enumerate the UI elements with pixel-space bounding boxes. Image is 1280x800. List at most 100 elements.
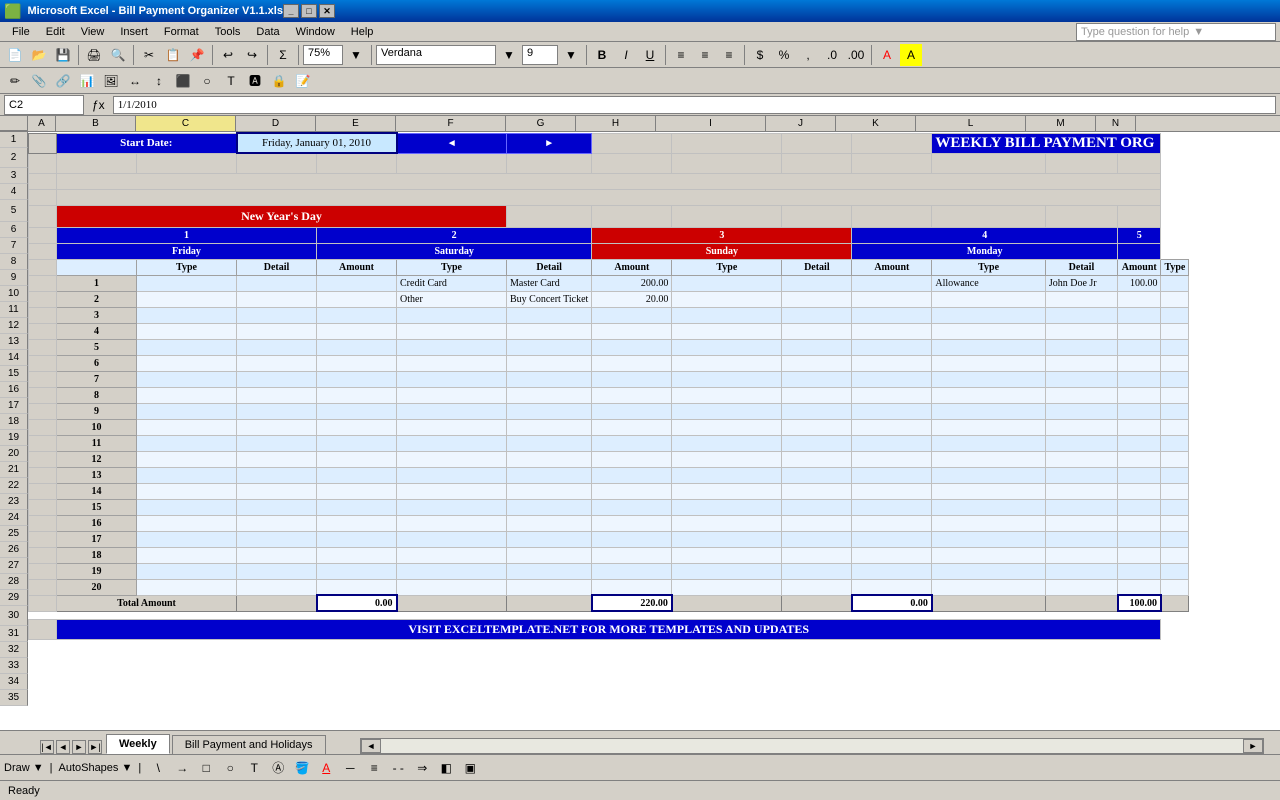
align-left-button[interactable]: ≡ — [670, 44, 692, 66]
tb2-btn11[interactable]: 🅰 — [244, 70, 266, 92]
total-amount-2[interactable]: 220.00 — [592, 595, 672, 611]
cell-detail-2-1[interactable]: Master Card — [507, 275, 592, 291]
cell-type-5-2[interactable] — [1161, 291, 1189, 307]
font-color-button[interactable]: A — [876, 44, 898, 66]
menu-item-format[interactable]: Format — [156, 24, 207, 40]
cell-a9[interactable] — [29, 275, 57, 291]
h-scrollbar[interactable]: ◄ ► — [360, 738, 1264, 754]
new-button[interactable]: 📄 — [4, 44, 26, 66]
cell-m5[interactable] — [1045, 205, 1117, 227]
help-search-box[interactable]: Type question for help ▼ — [1076, 23, 1276, 41]
cell-a-total[interactable] — [29, 595, 57, 611]
total-amount-3[interactable]: 0.00 — [852, 595, 932, 611]
cell-nav-prev[interactable]: ◄ — [397, 133, 507, 153]
cell-i5[interactable] — [672, 205, 782, 227]
total-h[interactable] — [672, 595, 782, 611]
draw-arrow-style-btn[interactable]: ⇒ — [411, 757, 433, 779]
tb2-btn12[interactable]: 🔒 — [268, 70, 290, 92]
copy-button[interactable]: 📋 — [162, 44, 184, 66]
cell-a2[interactable] — [29, 153, 57, 173]
cell-nav-next[interactable]: ► — [507, 133, 592, 153]
cell-j1[interactable] — [782, 133, 852, 153]
cell-detail-1-2[interactable] — [237, 291, 317, 307]
align-right-button[interactable]: ≡ — [718, 44, 740, 66]
cell-type-1-1[interactable] — [137, 275, 237, 291]
total-k[interactable] — [932, 595, 1046, 611]
cell-l2[interactable] — [932, 153, 1046, 173]
tb2-btn13[interactable]: 📝 — [292, 70, 314, 92]
cell-type-4-2[interactable] — [932, 291, 1046, 307]
font-dropdown[interactable]: ▼ — [498, 44, 520, 66]
cell-e2[interactable] — [317, 153, 397, 173]
col-header-c[interactable]: C — [136, 116, 236, 131]
cell-k5[interactable] — [852, 205, 932, 227]
cell-a3[interactable] — [29, 173, 57, 189]
tab-last-button[interactable]: ►| — [88, 740, 102, 754]
cut-button[interactable]: ✂ — [138, 44, 160, 66]
tab-bill-payment-holidays[interactable]: Bill Payment and Holidays — [172, 735, 326, 754]
cell-c1-input[interactable]: Friday, January 01, 2010 — [237, 133, 397, 153]
draw-wordart-btn[interactable]: Ⓐ — [267, 757, 289, 779]
cell-b2[interactable] — [57, 153, 137, 173]
draw-linestyle-btn[interactable]: ≡ — [363, 757, 385, 779]
total-detail[interactable] — [237, 595, 317, 611]
cell-b3[interactable] — [57, 173, 1161, 189]
cell-a8[interactable] — [29, 259, 57, 275]
col-header-m[interactable]: M — [1026, 116, 1096, 131]
cell-f2[interactable] — [397, 153, 507, 173]
col-header-d[interactable]: D — [236, 116, 316, 131]
col-header-h[interactable]: H — [576, 116, 656, 131]
draw-oval-btn[interactable]: ○ — [219, 757, 241, 779]
col-header-n[interactable]: N — [1096, 116, 1136, 131]
draw-line-color-btn[interactable]: ─ — [339, 757, 361, 779]
bold-button[interactable]: B — [591, 44, 613, 66]
col-header-a[interactable]: A — [28, 116, 56, 131]
font-selector[interactable]: Verdana — [376, 45, 496, 65]
cell-detail-4-1[interactable]: John Doe Jr — [1045, 275, 1117, 291]
cell-g5[interactable] — [507, 205, 592, 227]
tab-prev-button[interactable]: ◄ — [56, 740, 70, 754]
col-header-g[interactable]: G — [506, 116, 576, 131]
cell-b4[interactable] — [57, 189, 1161, 205]
cell-a30[interactable] — [29, 619, 57, 639]
underline-button[interactable]: U — [639, 44, 661, 66]
cell-m2[interactable] — [1045, 153, 1117, 173]
cell-j5[interactable] — [782, 205, 852, 227]
undo-button[interactable]: ↩ — [217, 44, 239, 66]
cell-k2[interactable] — [852, 153, 932, 173]
tb2-btn1[interactable]: ✏ — [4, 70, 26, 92]
tb2-btn3[interactable]: 🔗 — [52, 70, 74, 92]
dec-decimal-button[interactable]: .00 — [845, 44, 867, 66]
cell-amount-2-2[interactable]: 20.00 — [592, 291, 672, 307]
total-l[interactable] — [1045, 595, 1117, 611]
cell-a7[interactable] — [29, 243, 57, 259]
draw-dash-btn[interactable]: - - — [387, 757, 409, 779]
menu-item-window[interactable]: Window — [288, 24, 343, 40]
align-center-button[interactable]: ≡ — [694, 44, 716, 66]
menu-item-view[interactable]: View — [73, 24, 113, 40]
menu-item-file[interactable]: File — [4, 24, 38, 40]
italic-button[interactable]: I — [615, 44, 637, 66]
tb2-btn9[interactable]: ○ — [196, 70, 218, 92]
menu-item-edit[interactable]: Edit — [38, 24, 73, 40]
scroll-right-button[interactable]: ► — [1243, 739, 1263, 753]
redo-button[interactable]: ↪ — [241, 44, 263, 66]
cell-detail-3-2[interactable] — [782, 291, 852, 307]
cell-i1[interactable] — [672, 133, 782, 153]
total-amount-1[interactable]: 0.00 — [317, 595, 397, 611]
draw-fill-btn[interactable]: 🪣 — [291, 757, 313, 779]
cell-amount-4-2[interactable] — [1118, 291, 1161, 307]
draw-label[interactable]: Draw ▼ — [4, 762, 44, 774]
tb2-btn8[interactable]: ⬛ — [172, 70, 194, 92]
cell-a1[interactable] — [29, 133, 57, 153]
cell-l5[interactable] — [932, 205, 1046, 227]
fill-color-button[interactable]: A — [900, 44, 922, 66]
sum-button[interactable]: Σ — [272, 44, 294, 66]
cell-type-2-2[interactable]: Other — [397, 291, 507, 307]
zoom-dropdown[interactable]: ▼ — [345, 44, 367, 66]
cell-a10[interactable] — [29, 291, 57, 307]
tab-weekly[interactable]: Weekly — [106, 734, 170, 754]
col-header-l[interactable]: L — [916, 116, 1026, 131]
cell-a4[interactable] — [29, 189, 57, 205]
tb2-btn4[interactable]: 📊 — [76, 70, 98, 92]
